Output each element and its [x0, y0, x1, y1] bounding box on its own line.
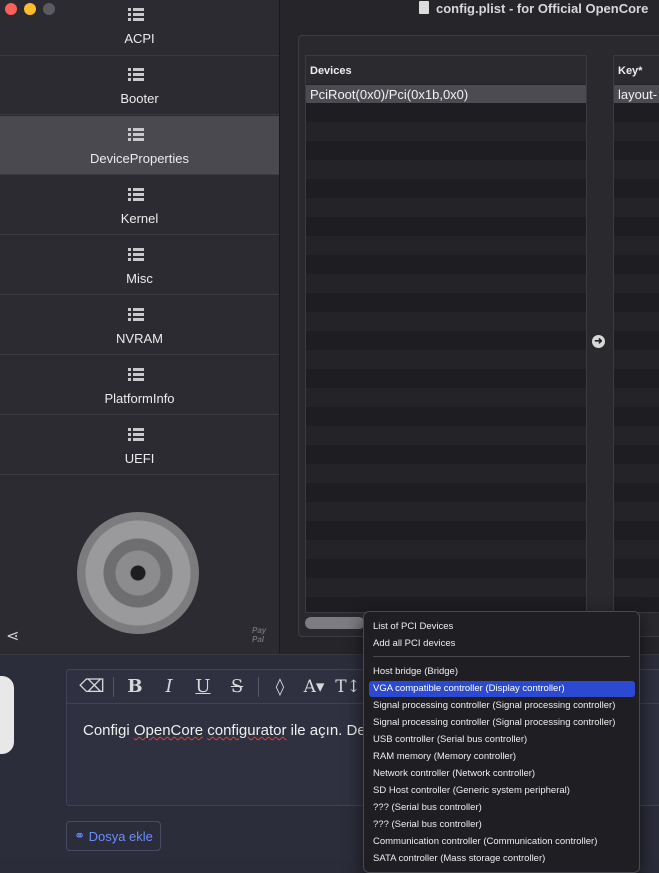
list-icon [128, 428, 144, 444]
attach-file-label: Dosya ekle [88, 828, 153, 844]
menu-item[interactable]: Add all PCI devices [369, 636, 635, 652]
underline-button[interactable]: U [186, 673, 220, 701]
paypal-logo[interactable]: Pay Pal [252, 626, 266, 644]
app-window: ACPI Booter DeviceProperties Kernel Misc NVRA… [0, 0, 659, 655]
key-table[interactable]: Key* layout- [613, 55, 659, 613]
sidebar-item-label: Misc [126, 271, 153, 286]
color-drop-icon[interactable]: ◊ [263, 673, 297, 701]
list-icon [128, 308, 144, 324]
sidebar-item-label: DeviceProperties [90, 151, 189, 166]
menu-item[interactable]: SD Host controller (Generic system perip… [369, 783, 635, 799]
menu-divider [373, 656, 630, 657]
menu-item[interactable]: SATA controller (Mass storage controller… [369, 851, 635, 867]
share-icon[interactable]: ⋖ [6, 626, 24, 645]
eraser-icon[interactable]: ⌫ [75, 673, 109, 701]
editor-text-prefix: Configi [83, 722, 134, 739]
sidebar-item-label: NVRAM [116, 331, 163, 346]
horizontal-scrollbar[interactable] [305, 617, 365, 629]
menu-item[interactable]: Signal processing controller (Signal pro… [369, 698, 635, 714]
menu-item[interactable]: Signal processing controller (Signal pro… [369, 715, 635, 731]
table-rows [306, 84, 586, 612]
list-icon [128, 248, 144, 264]
editor-text-suffix: ile açın. Dev [286, 722, 374, 739]
toolbar-divider [113, 676, 114, 697]
document-icon [419, 1, 429, 14]
sidebar-item-uefi[interactable]: UEFI [0, 416, 279, 475]
table-rows [614, 84, 659, 612]
table-row-selected[interactable]: layout- [614, 85, 659, 103]
menu-item[interactable]: VGA compatible controller (Display contr… [369, 681, 635, 697]
editor-text-misspelled: OpenCore [133, 722, 204, 739]
menu-item[interactable]: USB controller (Serial bus controller) [369, 732, 635, 748]
menu-item[interactable]: RAM memory (Memory controller) [369, 749, 635, 765]
table-row-selected[interactable]: PciRoot(0x0)/Pci(0x1b,0x0) [306, 85, 586, 103]
attach-file-button[interactable]: ⚭ Dosya ekle [66, 821, 161, 851]
arrow-right-icon[interactable]: ➜ [592, 335, 605, 348]
avatar [0, 676, 14, 754]
devices-column-header[interactable]: Devices [306, 56, 586, 84]
editor-content[interactable]: Configi OpenCore configurator ile açın. … [83, 722, 373, 739]
paypal-text: Pal [252, 635, 265, 644]
menu-item[interactable]: ??? (Serial bus controller) [369, 817, 635, 833]
menu-item[interactable]: List of PCI Devices [369, 619, 635, 635]
italic-button[interactable]: I [152, 673, 186, 701]
sidebar-item-booter[interactable]: Booter [0, 56, 279, 115]
sidebar-item-kernel[interactable]: Kernel [0, 176, 279, 235]
editor-text-misspelled: configurator [207, 722, 287, 739]
sidebar-item-label: Kernel [120, 211, 159, 226]
sidebar-item-deviceproperties[interactable]: DeviceProperties [0, 116, 279, 175]
paypal-text: Pay [252, 626, 267, 635]
list-icon [128, 128, 144, 144]
sidebar-item-misc[interactable]: Misc [0, 236, 279, 295]
sidebar-item-nvram[interactable]: NVRAM [0, 296, 279, 355]
list-icon [128, 368, 144, 384]
strikethrough-button[interactable]: S [220, 673, 254, 701]
menu-item[interactable]: Network controller (Network controller) [369, 766, 635, 782]
pci-devices-menu: List of PCI Devices Add all PCI devices Ho… [363, 611, 640, 873]
sidebar-item-label: Booter [120, 91, 159, 106]
paperclip-icon: ⚭ [74, 828, 89, 843]
menu-item[interactable]: Communication controller (Communication … [369, 834, 635, 850]
menu-item[interactable]: ??? (Serial bus controller) [369, 800, 635, 816]
sidebar-item-acpi[interactable]: ACPI [0, 0, 279, 56]
list-icon [128, 68, 144, 84]
window-title: config.plist - for Official OpenCore [436, 1, 649, 16]
list-icon [128, 8, 144, 24]
devices-table[interactable]: Devices PciRoot(0x0)/Pci(0x1b,0x0) [305, 55, 587, 613]
font-color-icon[interactable]: A▾ [297, 673, 331, 701]
menu-item[interactable]: Host bridge (Bridge) [369, 664, 635, 680]
bold-button[interactable]: B [118, 673, 152, 701]
sidebar-item-platforminfo[interactable]: PlatformInfo [0, 356, 279, 415]
list-icon [128, 188, 144, 204]
font-size-icon[interactable]: T↕ [331, 673, 365, 701]
key-column-header[interactable]: Key* [614, 56, 659, 84]
sidebar-item-label: ACPI [124, 31, 155, 46]
sidebar-item-label: PlatformInfo [104, 391, 175, 406]
toolbar-divider [258, 676, 259, 697]
opencore-logo [77, 512, 199, 634]
sidebar-item-label: UEFI [124, 451, 155, 466]
